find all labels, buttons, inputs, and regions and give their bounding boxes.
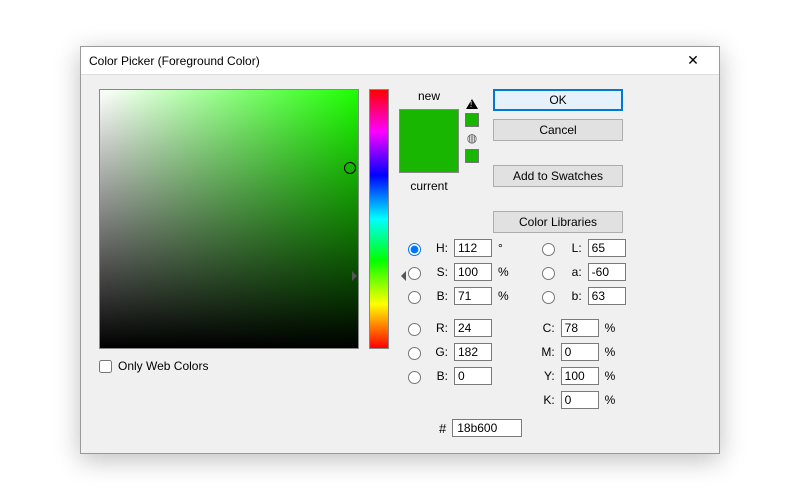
ok-button[interactable]: OK (493, 89, 623, 111)
sb-picker-handle[interactable] (344, 162, 356, 174)
input-H[interactable] (454, 239, 492, 257)
color-preview[interactable] (399, 109, 459, 173)
input-M[interactable] (561, 343, 599, 361)
cancel-button[interactable]: Cancel (493, 119, 623, 141)
input-G[interactable] (454, 343, 492, 361)
hex-label: # (439, 421, 446, 436)
current-color-label: current (410, 179, 447, 193)
close-icon: ✕ (687, 52, 699, 69)
dialog-title: Color Picker (Foreground Color) (89, 54, 675, 68)
input-b[interactable] (588, 287, 626, 305)
input-hex[interactable] (452, 419, 522, 437)
input-Brgb[interactable] (454, 367, 492, 385)
hue-slider[interactable] (369, 89, 389, 349)
gamut-swatch[interactable] (465, 113, 479, 127)
input-K[interactable] (561, 391, 599, 409)
input-a[interactable] (588, 263, 626, 281)
websafe-cube-icon[interactable]: ◍ (467, 131, 477, 145)
radio-Brgb[interactable] (403, 368, 424, 384)
new-color-label: new (418, 89, 440, 103)
only-web-colors-label: Only Web Colors (118, 359, 208, 373)
radio-S[interactable] (403, 264, 424, 280)
only-web-colors-input[interactable] (99, 360, 112, 373)
gamut-warning-icon[interactable] (466, 93, 478, 109)
saturation-brightness-field[interactable] (99, 89, 359, 349)
color-libraries-button[interactable]: Color Libraries (493, 211, 623, 233)
radio-Bhsb[interactable] (403, 288, 424, 304)
radio-H[interactable] (403, 240, 424, 256)
websafe-swatch[interactable] (465, 149, 479, 163)
current-color-swatch[interactable] (400, 141, 458, 172)
radio-R[interactable] (403, 320, 424, 336)
input-Bhsb[interactable] (454, 287, 492, 305)
color-picker-dialog: Color Picker (Foreground Color) ✕ Only W… (80, 46, 720, 454)
input-C[interactable] (561, 319, 599, 337)
input-S[interactable] (454, 263, 492, 281)
add-to-swatches-button[interactable]: Add to Swatches (493, 165, 623, 187)
radio-a[interactable] (537, 264, 558, 280)
input-L[interactable] (588, 239, 626, 257)
only-web-colors-checkbox[interactable]: Only Web Colors (99, 359, 359, 373)
radio-b[interactable] (537, 288, 558, 304)
new-color-swatch[interactable] (400, 110, 458, 141)
input-Y[interactable] (561, 367, 599, 385)
radio-L[interactable] (537, 240, 558, 256)
close-button[interactable]: ✕ (675, 49, 711, 73)
radio-G[interactable] (403, 344, 424, 360)
titlebar[interactable]: Color Picker (Foreground Color) ✕ (81, 47, 719, 75)
input-R[interactable] (454, 319, 492, 337)
